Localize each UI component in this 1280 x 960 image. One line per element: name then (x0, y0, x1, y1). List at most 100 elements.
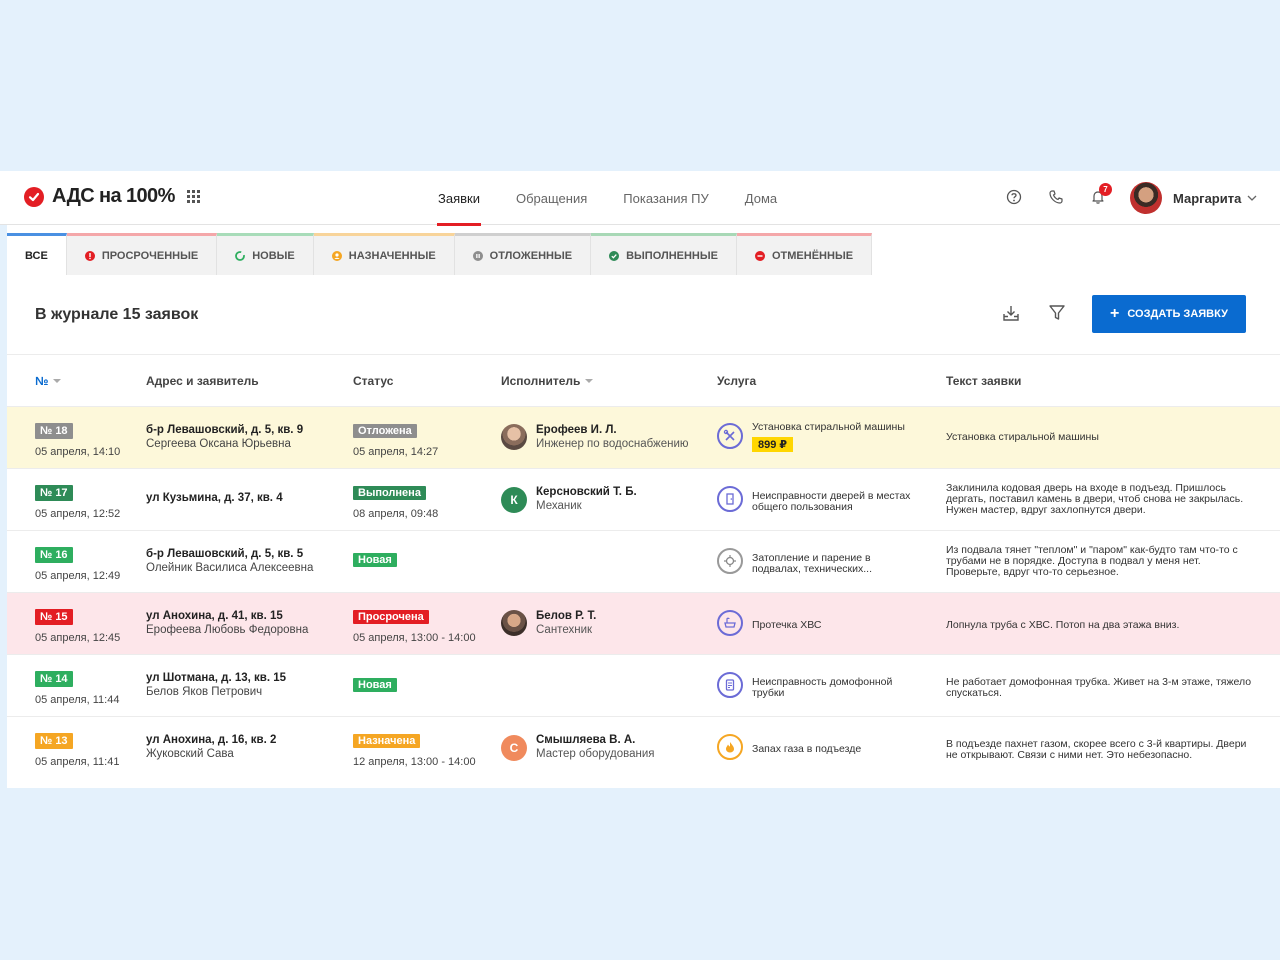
journal-count-title: В журнале 15 заявок (35, 306, 199, 323)
request-address: ул Шотмана, д. 13, кв. 15 (146, 672, 287, 684)
column-status[interactable]: Статус (353, 374, 393, 388)
notifications-count-badge: 7 (1099, 183, 1112, 196)
download-icon[interactable] (1000, 302, 1022, 324)
table-row[interactable]: № 18 05 апреля, 14:10 б-р Левашовский, д… (7, 406, 1280, 468)
nav-requests[interactable]: Заявки (420, 171, 498, 226)
request-number-badge: № 16 (35, 547, 73, 563)
column-label: Текст заявки (946, 374, 1022, 388)
table-row[interactable]: № 13 05 апреля, 11:41 ул Анохина, д. 16,… (7, 716, 1280, 786)
request-created: 05 апреля, 12:52 (35, 508, 121, 520)
request-applicant: Жуковский Сава (146, 748, 234, 760)
sort-arrow-icon (53, 379, 62, 383)
executor-avatar: К (501, 487, 527, 513)
status-badge: Отложена (353, 424, 417, 438)
app-window: АДС на 100% Заявки Обращения Показания П… (0, 171, 1280, 788)
tab-all[interactable]: ВСЕ (7, 233, 67, 275)
phone-icon[interactable] (1047, 188, 1065, 206)
steam-icon (717, 548, 743, 574)
column-address[interactable]: Адрес и заявитель (146, 374, 259, 388)
executor-role: Механик (536, 500, 582, 512)
column-label: Услуга (717, 374, 757, 388)
column-label: Статус (353, 374, 394, 388)
table-row[interactable]: № 17 05 апреля, 12:52 ул Кузьмина, д. 37… (7, 468, 1280, 530)
executor-role: Инженер по водоснабжению (536, 438, 689, 450)
nav-appeals[interactable]: Обращения (498, 171, 605, 225)
user-menu[interactable]: Маргарита (1130, 182, 1257, 214)
request-applicant: Ерофеева Любовь Федоровна (146, 624, 309, 636)
chevron-down-icon (1247, 195, 1257, 201)
tab-postponed[interactable]: ОТЛОЖЕННЫЕ (454, 233, 592, 275)
executor-name[interactable]: Ерофеев И. Л. (536, 424, 689, 436)
status-date: 05 апреля, 13:00 - 14:00 (353, 632, 476, 644)
request-text: Не работает домофонная трубка. Живет на … (946, 676, 1252, 699)
table-header: № Адрес и заявитель Статус Исполнитель У… (7, 354, 1280, 406)
tab-completed[interactable]: ВЫПОЛНЕННЫЕ (591, 233, 737, 275)
table-row[interactable]: № 14 05 апреля, 11:44 ул Шотмана, д. 13,… (7, 654, 1280, 716)
executor-name[interactable]: Смышляева В. А. (536, 734, 654, 746)
request-text: В подъезде пахнет газом, скорее всего с … (946, 738, 1247, 761)
alert-icon (84, 250, 95, 261)
request-number-badge: № 13 (35, 733, 73, 749)
create-request-button[interactable]: + СОЗДАТЬ ЗАЯВКУ (1092, 295, 1246, 333)
table-row[interactable]: № 16 05 апреля, 12:49 б-р Левашовский, д… (7, 530, 1280, 592)
status-badge: Новая (353, 553, 397, 567)
column-executor[interactable]: Исполнитель (501, 374, 594, 388)
executor-name[interactable]: Белов Р. Т. (536, 610, 596, 622)
tab-label: ВСЕ (25, 249, 48, 262)
request-created: 05 апреля, 12:49 (35, 570, 121, 582)
plus-icon: + (1110, 305, 1120, 322)
request-text: Из подвала тянет "теплом" и "паром" как-… (946, 544, 1238, 578)
table-row[interactable]: № 15 05 апреля, 12:45 ул Анохина, д. 41,… (7, 592, 1280, 654)
service-name: Запах газа в подъезде (752, 743, 862, 755)
service-name: Затопление и парение в подвалах, техниче… (752, 552, 873, 575)
status-badge: Назначена (353, 734, 421, 748)
sort-arrow-icon (585, 379, 594, 383)
column-label: № (35, 374, 49, 388)
status-filter-tabs: ВСЕ ПРОСРОЧЕННЫЕ НОВЫЕ НАЗНАЧЕННЫЕ ОТЛОЖ… (7, 233, 873, 275)
top-header: АДС на 100% Заявки Обращения Показания П… (0, 171, 1280, 226)
tab-new[interactable]: НОВЫЕ (217, 233, 314, 275)
user-assigned-icon (331, 250, 342, 261)
request-address: ул Анохина, д. 16, кв. 2 (146, 734, 277, 746)
request-applicant: Белов Яков Петрович (146, 686, 263, 698)
column-number[interactable]: № (35, 374, 62, 388)
notifications-bell-icon[interactable]: 7 (1089, 183, 1112, 206)
executor-role: Сантехник (536, 624, 593, 636)
user-avatar (1130, 182, 1162, 214)
create-request-label: СОЗДАТЬ ЗАЯВКУ (1127, 308, 1228, 320)
column-label: Исполнитель (501, 374, 581, 388)
filter-icon[interactable] (1046, 302, 1068, 324)
request-created: 05 апреля, 11:44 (35, 694, 120, 706)
request-text: Лопнула труба с ХВС. Потоп на два этажа … (946, 619, 1180, 631)
status-badge: Просрочена (353, 610, 429, 624)
tab-label: ОТМЕНЁННЫЕ (771, 249, 854, 262)
column-service[interactable]: Услуга (717, 374, 756, 388)
request-text: Установка стиральной машины (946, 431, 1099, 443)
door-icon (717, 486, 743, 512)
service-name: Протечка ХВС (752, 619, 822, 631)
executor-avatar (501, 610, 527, 636)
tab-assigned[interactable]: НАЗНАЧЕННЫЕ (313, 233, 455, 275)
intercom-icon (717, 672, 743, 698)
bath-icon (717, 610, 743, 636)
check-circle-icon (609, 250, 620, 261)
nav-houses[interactable]: Дома (727, 171, 795, 225)
tab-label: ВЫПОЛНЕННЫЕ (626, 249, 718, 262)
column-label: Адрес и заявитель (146, 374, 259, 388)
apps-grid-icon[interactable] (186, 190, 200, 203)
brand-logo[interactable]: АДС на 100% (24, 185, 200, 208)
help-icon[interactable] (1005, 188, 1023, 206)
nav-meter-readings[interactable]: Показания ПУ (605, 171, 727, 225)
pause-icon (472, 250, 483, 261)
brand-name: АДС на 100% (52, 185, 175, 207)
request-number-badge: № 14 (35, 671, 73, 687)
executor-role: Мастер оборудования (536, 748, 655, 760)
executor-name[interactable]: Керсновский Т. Б. (536, 486, 637, 498)
main-nav: Заявки Обращения Показания ПУ Дома (420, 171, 795, 226)
request-applicant: Олейник Василиса Алексеевна (146, 562, 314, 574)
tab-overdue[interactable]: ПРОСРОЧЕННЫЕ (66, 233, 218, 275)
column-request-text[interactable]: Текст заявки (946, 374, 1021, 388)
tab-cancelled[interactable]: ОТМЕНЁННЫЕ (736, 233, 873, 275)
gas-flame-icon (717, 734, 743, 760)
status-badge: Выполнена (353, 486, 426, 500)
